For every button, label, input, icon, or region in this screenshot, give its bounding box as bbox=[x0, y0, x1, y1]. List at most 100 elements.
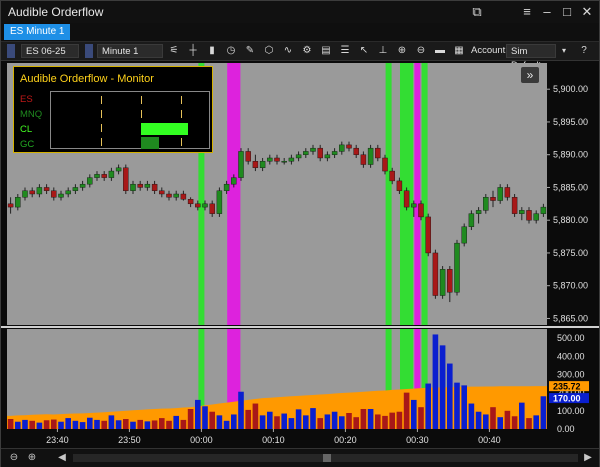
volume-bar bbox=[166, 420, 172, 429]
account-dropdown-icon[interactable]: ▾ bbox=[557, 44, 571, 58]
templates-icon[interactable]: ▤ bbox=[319, 44, 333, 58]
volume-bar bbox=[108, 415, 115, 429]
scroll-left-button[interactable]: ◀ bbox=[55, 451, 69, 465]
volume-bar bbox=[411, 399, 417, 429]
volume-bar bbox=[353, 417, 359, 429]
volume-bar bbox=[238, 391, 244, 429]
instrument-selector[interactable]: ES 06-25 bbox=[21, 44, 79, 58]
time-label: 00:40 bbox=[478, 435, 501, 445]
candle-body bbox=[339, 144, 345, 152]
volume-bar bbox=[468, 403, 475, 429]
volume-bar bbox=[526, 418, 532, 429]
volume-bar bbox=[454, 382, 460, 429]
zoom-in-icon[interactable]: ⊕ bbox=[395, 44, 409, 58]
scroll-right-button[interactable]: ▶ bbox=[581, 451, 595, 465]
price-label: 5,880.00 bbox=[553, 215, 588, 225]
volume-bar bbox=[439, 345, 446, 429]
volume-bar bbox=[360, 409, 367, 429]
volume-bar bbox=[540, 396, 547, 429]
clock-icon[interactable]: ◷ bbox=[224, 44, 238, 58]
volume-bar bbox=[22, 419, 28, 429]
time-label: 23:50 bbox=[118, 435, 141, 445]
candle-body bbox=[223, 183, 230, 191]
candle-body bbox=[252, 161, 259, 169]
link-icon[interactable] bbox=[7, 44, 15, 58]
candle-body bbox=[418, 203, 424, 218]
volume-bar bbox=[324, 414, 331, 429]
monitor-threshold-tick bbox=[181, 138, 182, 146]
candle-body bbox=[15, 197, 21, 208]
volume-bar bbox=[137, 419, 143, 429]
volume-bar bbox=[87, 417, 93, 429]
monitor-threshold-tick bbox=[181, 110, 182, 118]
candle-body bbox=[187, 199, 194, 205]
zoom-out-button[interactable]: ⊖ bbox=[7, 451, 21, 465]
price-label: 5,885.00 bbox=[553, 182, 588, 192]
zoom-out-icon[interactable]: ⊖ bbox=[414, 44, 428, 58]
expand-panel-icon[interactable]: » bbox=[521, 67, 539, 83]
maximize-icon[interactable]: □ bbox=[559, 4, 575, 20]
interval-selector[interactable]: Minute 1 bbox=[97, 44, 163, 58]
chart-style-icon[interactable]: ▮ bbox=[205, 44, 219, 58]
volume-axis-label: 100.00 bbox=[557, 406, 585, 416]
menu-icon[interactable]: ≡ bbox=[519, 4, 535, 20]
volume-bar bbox=[425, 383, 431, 429]
volume-bar bbox=[389, 412, 395, 429]
volume-bar bbox=[72, 420, 79, 429]
print-icon[interactable]: ▦ bbox=[452, 44, 466, 58]
volume-bar bbox=[115, 420, 122, 429]
orderflow-monitor-panel: Audible Orderflow - Monitor ES MNQ CL GC bbox=[13, 66, 213, 153]
volume-bar bbox=[295, 409, 302, 429]
candle-body bbox=[533, 213, 539, 221]
help-button[interactable]: ? bbox=[577, 44, 591, 58]
close-icon[interactable]: ✕ bbox=[579, 4, 595, 20]
properties-icon[interactable]: ☰ bbox=[338, 44, 352, 58]
capture-icon[interactable]: ⧉ bbox=[469, 4, 485, 20]
volume-bar bbox=[216, 415, 223, 429]
volume-axis-label: 0.00 bbox=[557, 424, 575, 434]
cursor-icon[interactable]: ↖ bbox=[357, 44, 371, 58]
volume-bar bbox=[130, 421, 136, 429]
candle-body bbox=[461, 226, 467, 244]
volume-bar bbox=[151, 420, 158, 429]
volume-bar bbox=[79, 422, 86, 429]
crosshair-icon[interactable]: ┼ bbox=[186, 44, 200, 58]
candle-body bbox=[144, 183, 151, 188]
volume-bar bbox=[159, 418, 165, 429]
candle-body bbox=[43, 187, 50, 191]
scroll-thumb[interactable] bbox=[323, 454, 331, 462]
minimize-icon[interactable]: – bbox=[539, 4, 555, 20]
link-icon-2[interactable] bbox=[85, 44, 93, 58]
volume-bar bbox=[497, 417, 503, 429]
candle-body bbox=[303, 151, 309, 155]
account-selector[interactable]: Sim Default bbox=[506, 44, 556, 71]
bar-chart-icon[interactable]: ⚟ bbox=[167, 44, 181, 58]
monitor-title: Audible Orderflow - Monitor bbox=[20, 73, 154, 85]
candle-body bbox=[353, 147, 359, 155]
volume-bar bbox=[36, 422, 43, 429]
candle-body bbox=[274, 157, 280, 162]
volume-bar bbox=[418, 407, 424, 429]
price-label: 5,900.00 bbox=[553, 84, 588, 94]
scroll-track[interactable] bbox=[73, 454, 578, 462]
price-label: 5,870.00 bbox=[553, 281, 588, 291]
volume-bar bbox=[461, 385, 467, 429]
volume-bar bbox=[65, 418, 71, 429]
volume-bar bbox=[396, 411, 403, 429]
volume-bar bbox=[259, 415, 266, 429]
tab-es-minute-1[interactable]: ES Minute 1 bbox=[4, 24, 71, 40]
strategies-icon[interactable]: ⚙ bbox=[300, 44, 314, 58]
draw-tool-icon[interactable]: ✎ bbox=[243, 44, 257, 58]
axis-icon[interactable]: ⊥ bbox=[376, 44, 390, 58]
shapes-icon[interactable]: ⬡ bbox=[262, 44, 276, 58]
volume-bar bbox=[317, 418, 323, 429]
volume-bar bbox=[519, 402, 525, 429]
zoom-in-button[interactable]: ⊕ bbox=[25, 451, 39, 465]
candle-body bbox=[259, 161, 266, 169]
volume-bar bbox=[490, 407, 496, 429]
folder-icon[interactable]: ▬ bbox=[433, 44, 447, 58]
indicators-icon[interactable]: ∿ bbox=[281, 44, 295, 58]
tab-bar: ES Minute 1 bbox=[1, 23, 599, 42]
candle-body bbox=[166, 193, 172, 198]
candle-body bbox=[115, 167, 122, 172]
